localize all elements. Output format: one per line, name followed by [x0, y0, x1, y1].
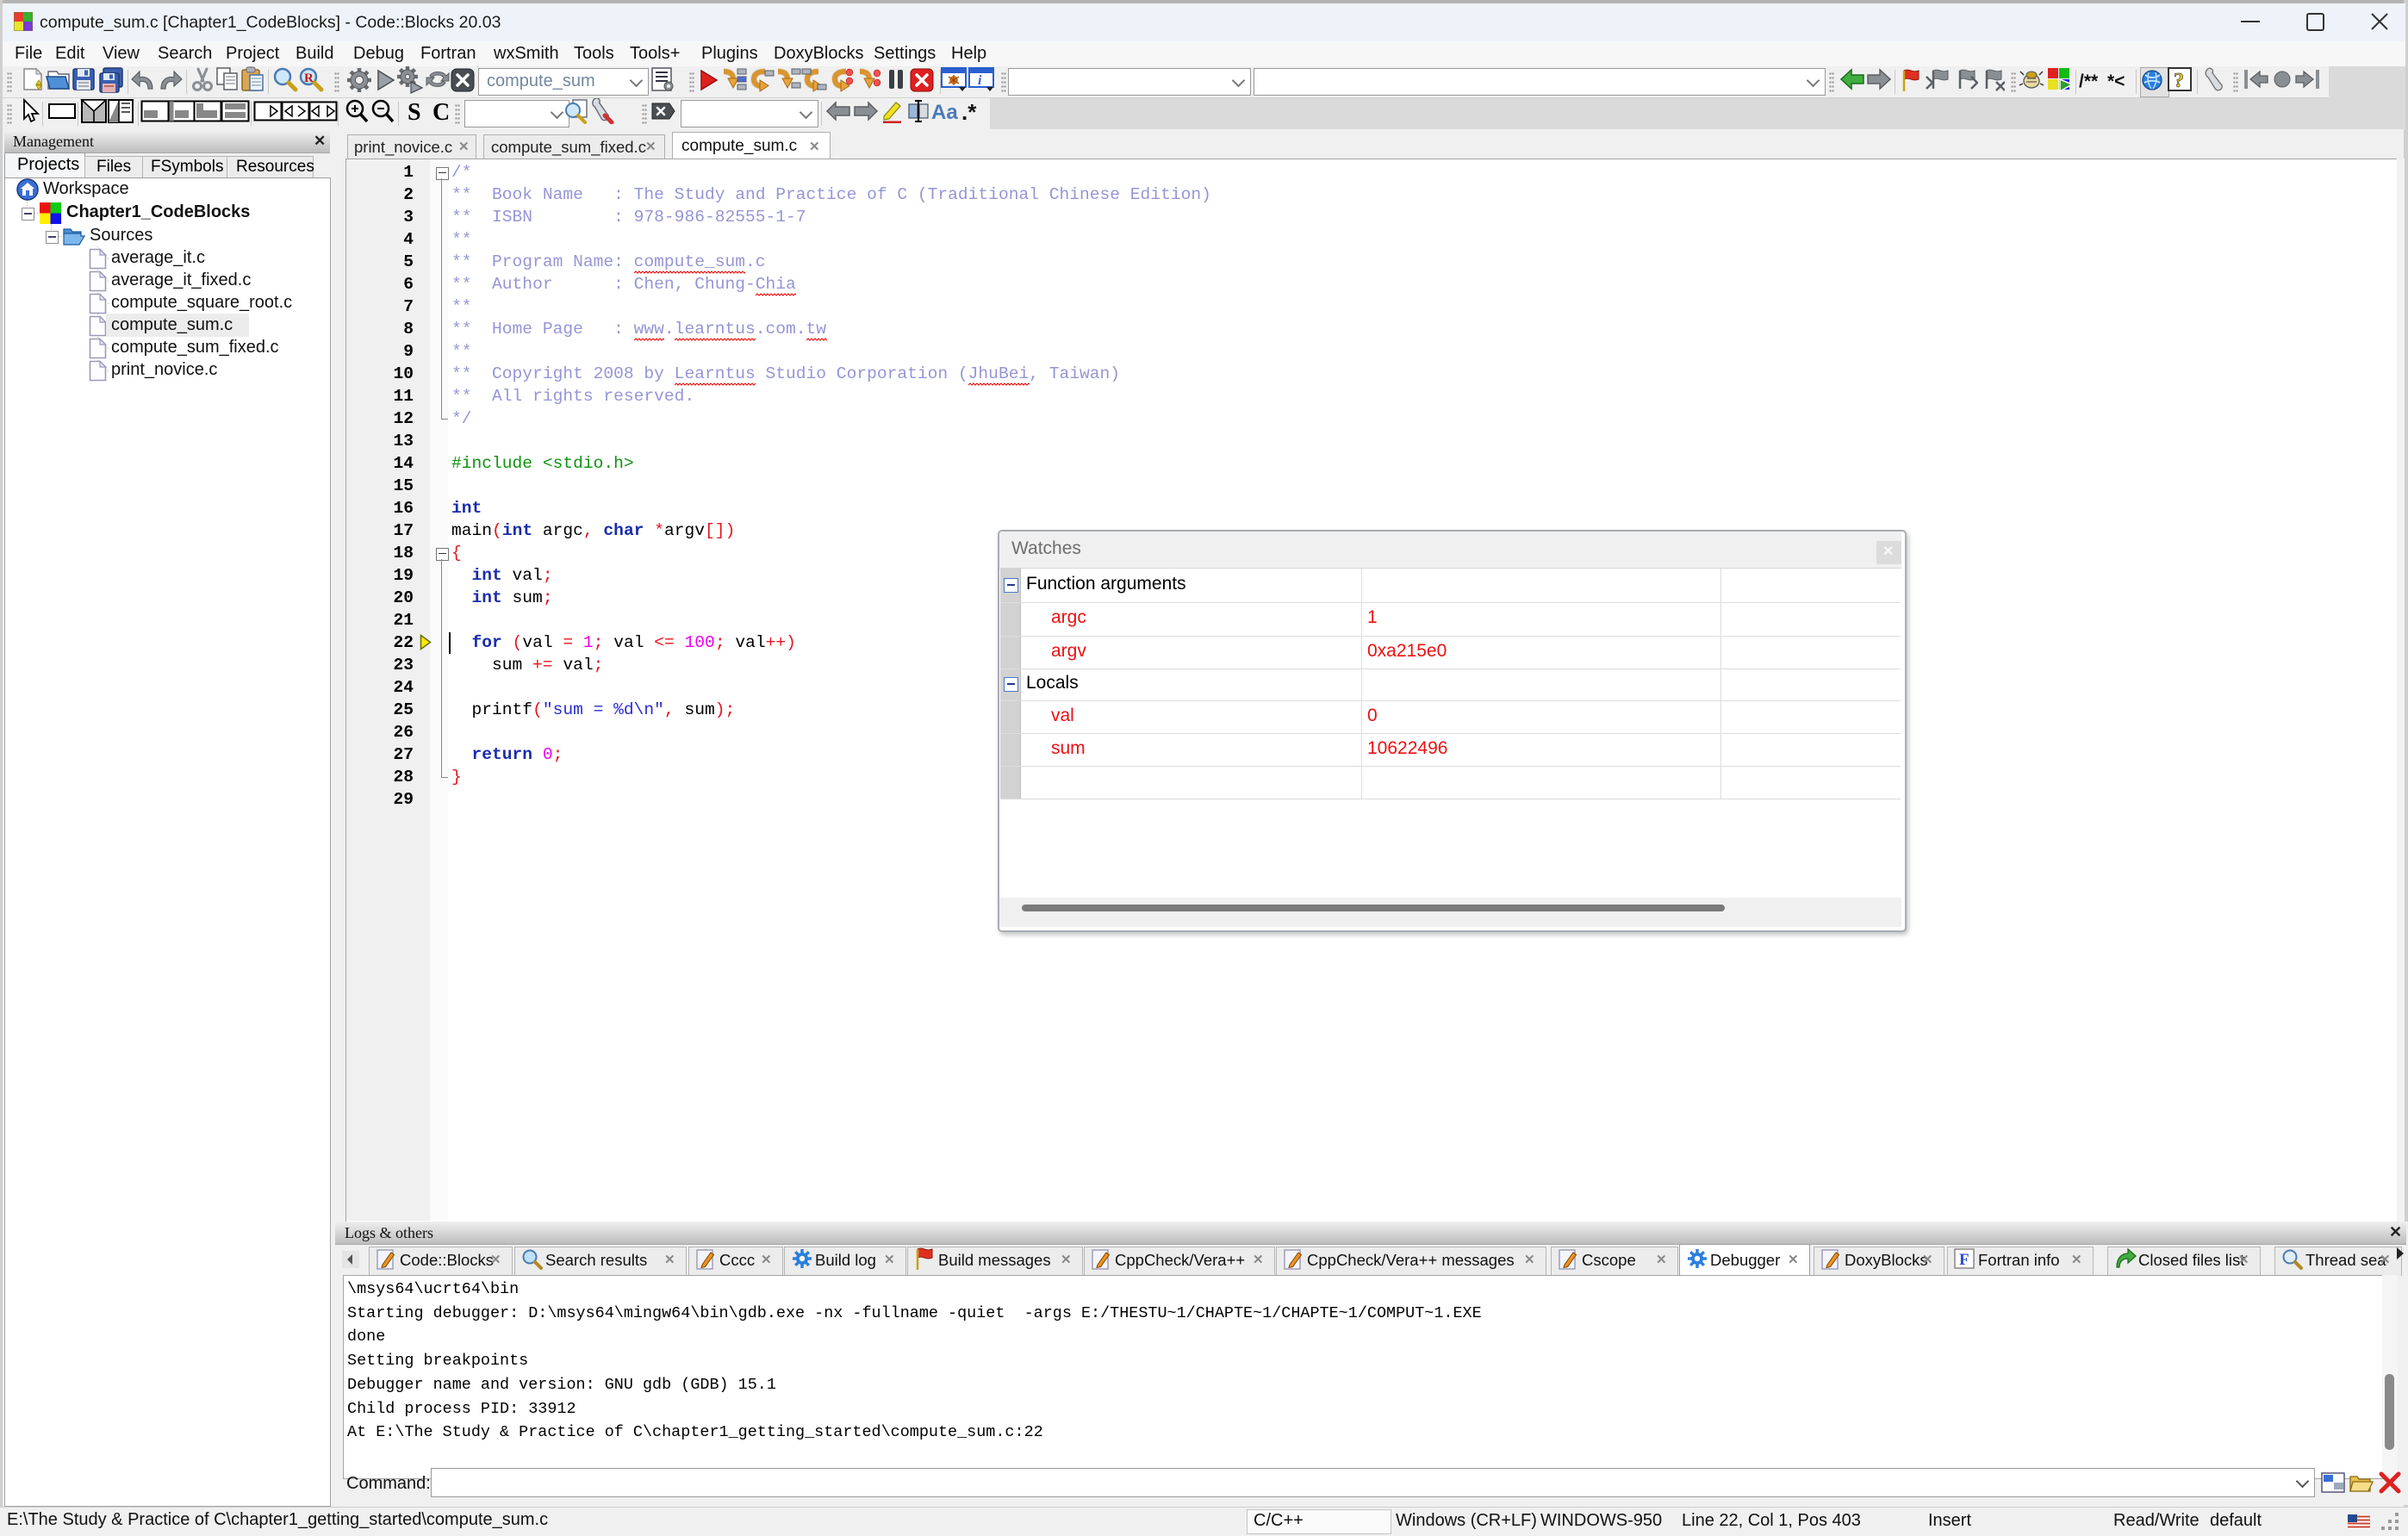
svg-text:i: i: [978, 73, 982, 88]
svg-text:?: ?: [2174, 70, 2184, 92]
svg-text:R: R: [304, 72, 314, 85]
svg-text:F: F: [1959, 1251, 1969, 1269]
